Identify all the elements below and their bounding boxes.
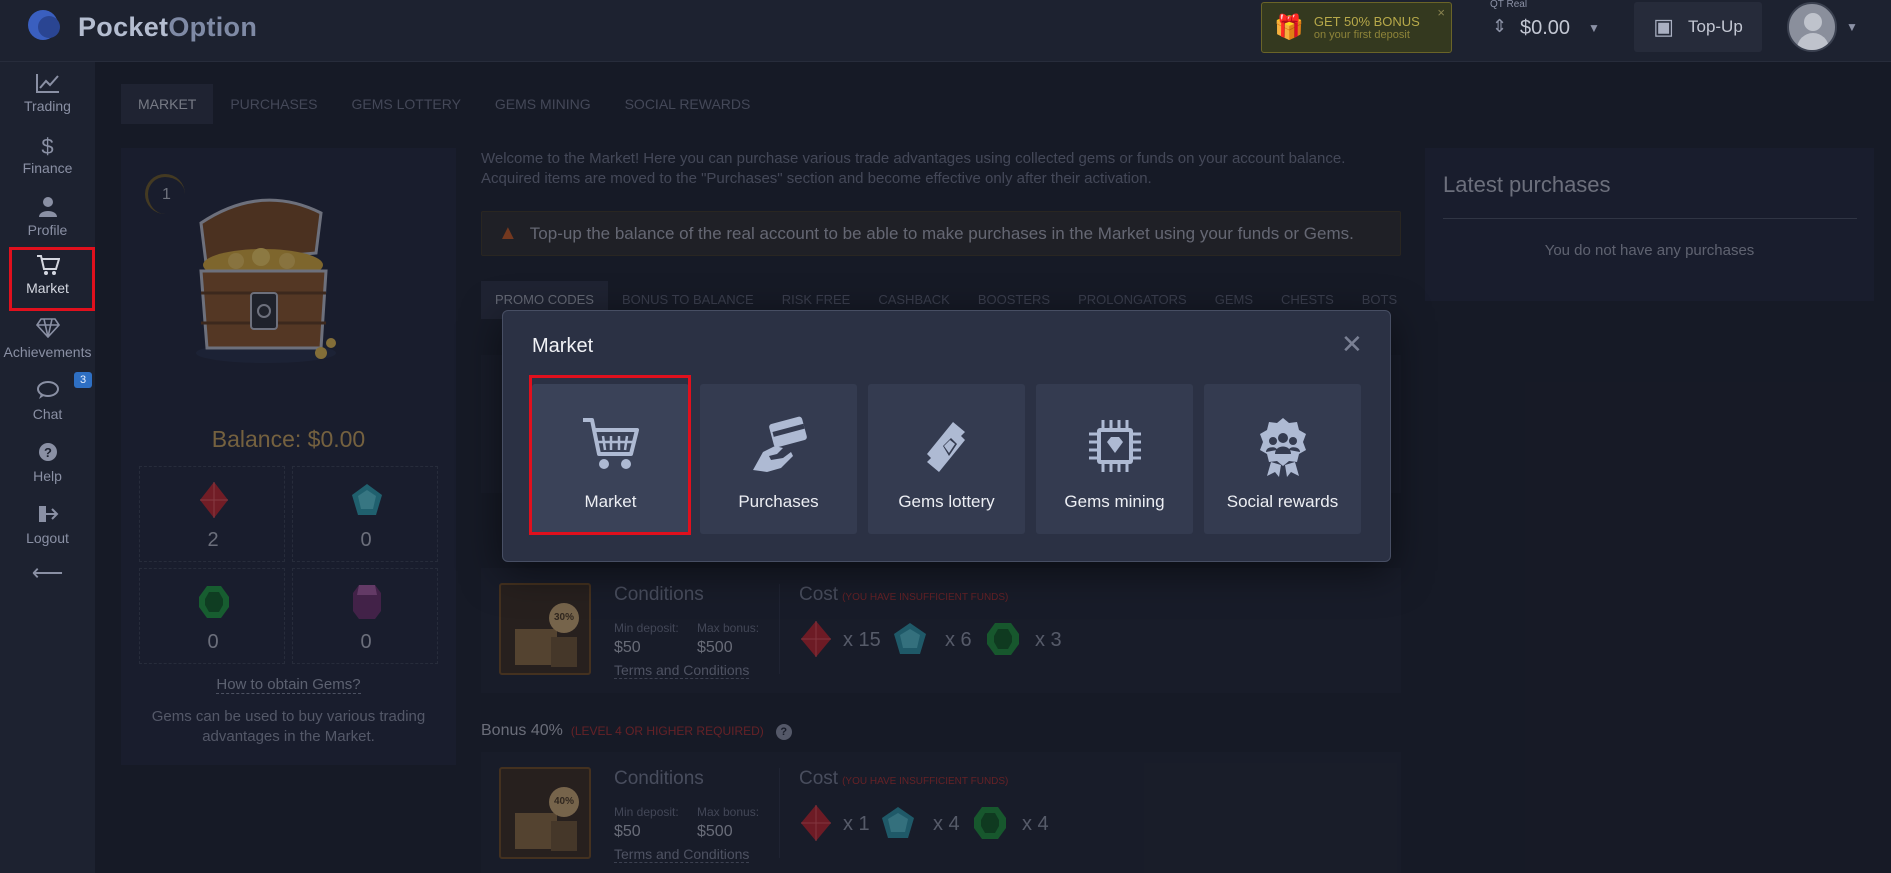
logout-icon (0, 504, 95, 530)
dollar-icon: $ (41, 134, 54, 159)
modal-tile-gems-mining[interactable]: Gems mining (1036, 384, 1193, 534)
sidebar-item-achievements[interactable]: Achievements (0, 318, 95, 360)
wallet-icon: ▣ (1653, 14, 1674, 39)
chip-diamond-icon (1088, 420, 1141, 472)
avatar-chevron-icon[interactable]: ▼ (1846, 20, 1858, 34)
account-type-label: QT Real (1490, 0, 1528, 10)
bonus-subtitle: on your first deposit (1313, 29, 1410, 41)
logo-icon (28, 10, 68, 44)
arrow-left-icon: ⟵ (31, 560, 64, 585)
logo-text: PocketOption (78, 11, 258, 42)
help-icon: ? (0, 442, 95, 468)
modal-tile-social-rewards[interactable]: Social rewards (1204, 384, 1361, 534)
bonus-close-icon[interactable]: × (1437, 5, 1445, 20)
chevron-down-icon: ▼ (1588, 21, 1600, 35)
market-tile-highlight-box (529, 375, 691, 535)
ticket-icon (926, 422, 965, 472)
sidebar-item-profile[interactable]: Profile (0, 196, 95, 238)
avatar[interactable] (1787, 2, 1837, 52)
market-highlight-box (9, 247, 95, 311)
modal-title: Market (532, 335, 594, 357)
sidebar-item-finance[interactable]: $ Finance (0, 134, 95, 176)
bonus-banner[interactable]: 🎁 GET 50% BONUS on your first deposit × (1261, 2, 1452, 53)
modal-tile-label: Social rewards (1226, 492, 1339, 511)
account-balance: $0.00 (1520, 17, 1571, 39)
top-bar: PocketOption 🎁 GET 50% BONUS on your fir… (0, 0, 1891, 62)
chat-badge: 3 (74, 372, 92, 388)
sidebar: Trading $ Finance Profile Market Achieve… (0, 62, 95, 873)
top-up-label: Top-Up (1687, 17, 1743, 36)
logo[interactable]: PocketOption (28, 10, 257, 44)
account-selector[interactable]: QT Real ⇕ $0.00 ▼ (1484, 0, 1604, 55)
chart-line-icon (0, 72, 95, 98)
sidebar-item-trading[interactable]: Trading (0, 72, 95, 114)
close-icon[interactable]: ✕ (1341, 331, 1363, 357)
modal-tile-label: Purchases (738, 492, 819, 511)
modal-tile-gems-lottery[interactable]: Gems lottery (868, 384, 1025, 534)
modal-tile-label: Gems mining (1064, 492, 1165, 511)
sidebar-collapse-button[interactable]: ⟵ (0, 560, 95, 586)
svg-text:?: ? (44, 445, 52, 460)
badge-users-icon (1259, 418, 1306, 477)
modal-tile-label: Gems lottery (898, 492, 995, 511)
sidebar-item-logout[interactable]: Logout (0, 504, 95, 546)
gift-icon: 🎁 (1274, 14, 1304, 41)
top-up-button[interactable]: ▣ Top-Up (1634, 2, 1762, 52)
bonus-title: GET 50% BONUS (1313, 14, 1420, 29)
sidebar-item-help[interactable]: ? Help (0, 442, 95, 484)
diamond-icon (0, 318, 95, 344)
user-icon (0, 196, 95, 222)
card-hand-icon (752, 416, 807, 472)
swap-arrows-icon: ⇕ (1492, 16, 1508, 36)
modal-tile-purchases[interactable]: Purchases (700, 384, 857, 534)
